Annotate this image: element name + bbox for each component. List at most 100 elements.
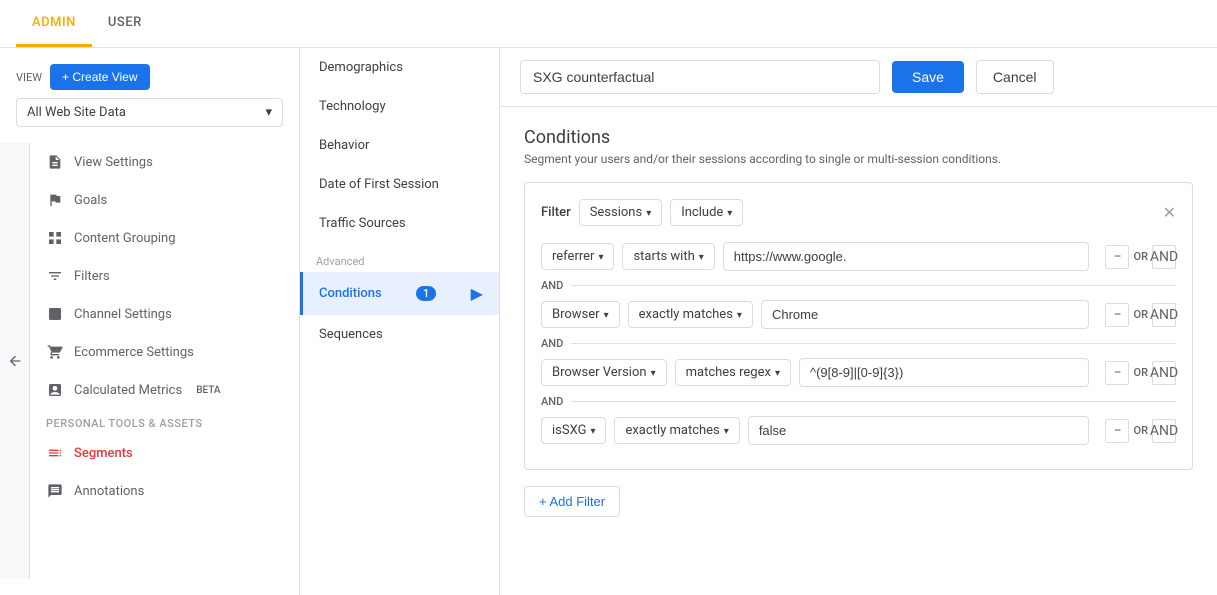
filter-row-2: Browser exactly matches − OR AND bbox=[541, 300, 1176, 329]
sidebar-item-ecommerce-settings[interactable]: Ecommerce Settings bbox=[30, 333, 299, 371]
include-dropdown[interactable]: Include bbox=[670, 199, 743, 226]
middle-item-behavior[interactable]: Behavior bbox=[300, 126, 499, 165]
dimension-value-1: referrer bbox=[552, 249, 594, 264]
operator-dropdown-4[interactable]: exactly matches bbox=[614, 417, 739, 444]
operator-dropdown-3[interactable]: matches regex bbox=[675, 359, 791, 386]
segment-name-input[interactable] bbox=[520, 60, 880, 94]
operator-chevron-icon-3 bbox=[775, 365, 780, 380]
middle-item-traffic-sources[interactable]: Traffic Sources bbox=[300, 204, 499, 243]
sidebar-item-label: Filters bbox=[74, 269, 110, 284]
middle-item-label: Date of First Session bbox=[319, 177, 439, 192]
or-label-4: OR bbox=[1133, 424, 1148, 437]
and-row-2-button[interactable]: AND bbox=[1152, 303, 1176, 327]
segments-icon bbox=[46, 444, 64, 462]
grid-icon bbox=[46, 229, 64, 247]
include-value: Include bbox=[681, 205, 723, 220]
remove-row-3-button[interactable]: − bbox=[1105, 361, 1129, 385]
operator-dropdown-1[interactable]: starts with bbox=[622, 243, 714, 270]
advanced-section-label: Advanced bbox=[300, 243, 499, 272]
cancel-button[interactable]: Cancel bbox=[976, 60, 1054, 94]
remove-row-4-button[interactable]: − bbox=[1105, 419, 1129, 443]
main-layout: View + Create View All Web Site Data ▾ V… bbox=[0, 48, 1217, 595]
remove-row-1-button[interactable]: − bbox=[1105, 245, 1129, 269]
filter-row-4: isSXG exactly matches − OR AND bbox=[541, 416, 1176, 445]
sidebar-item-label: Ecommerce Settings bbox=[74, 345, 194, 360]
dimension-chevron-icon-2 bbox=[604, 307, 609, 322]
flag-icon bbox=[46, 191, 64, 209]
operator-value-2: exactly matches bbox=[639, 307, 733, 322]
left-sidebar: View + Create View All Web Site Data ▾ V… bbox=[0, 48, 300, 595]
tab-admin[interactable]: ADMIN bbox=[16, 1, 92, 47]
middle-item-technology[interactable]: Technology bbox=[300, 87, 499, 126]
sidebar-item-label: Channel Settings bbox=[74, 307, 172, 322]
cart-icon bbox=[46, 343, 64, 361]
operator-chevron-icon-2 bbox=[737, 307, 742, 322]
middle-panel: Demographics Technology Behavior Date of… bbox=[300, 48, 500, 595]
and-row-3-button[interactable]: AND bbox=[1152, 361, 1176, 385]
value-input-3[interactable] bbox=[799, 358, 1090, 387]
top-nav: ADMIN USER bbox=[0, 0, 1217, 48]
and-separator-1: AND bbox=[541, 279, 1176, 292]
operator-chevron-icon-1 bbox=[699, 249, 704, 264]
remove-row-2-button[interactable]: − bbox=[1105, 303, 1129, 327]
middle-item-label: Behavior bbox=[319, 138, 369, 153]
dimension-dropdown-3[interactable]: Browser Version bbox=[541, 359, 667, 386]
sidebar-item-calculated-metrics[interactable]: Calculated Metrics BETA bbox=[30, 371, 299, 409]
and-separator-3: AND bbox=[541, 395, 1176, 408]
sidebar-item-label: Segments bbox=[74, 446, 133, 461]
sidebar-item-segments[interactable]: Segments bbox=[30, 434, 299, 472]
conditions-badge: 1 bbox=[416, 286, 436, 301]
sidebar-item-filters[interactable]: Filters bbox=[30, 257, 299, 295]
dimension-value-4: isSXG bbox=[552, 423, 586, 438]
and-separator-2: AND bbox=[541, 337, 1176, 350]
annotations-icon bbox=[46, 482, 64, 500]
conditions-title: Conditions bbox=[524, 127, 1193, 148]
operator-dropdown-2[interactable]: exactly matches bbox=[628, 301, 753, 328]
add-filter-button[interactable]: + Add Filter bbox=[524, 486, 620, 517]
tab-user[interactable]: USER bbox=[92, 1, 158, 47]
sidebar-item-view-settings[interactable]: View Settings bbox=[30, 143, 299, 181]
value-input-1[interactable] bbox=[723, 242, 1090, 271]
beta-badge: BETA bbox=[196, 385, 220, 396]
middle-item-label: Conditions bbox=[319, 286, 382, 301]
save-button[interactable]: Save bbox=[892, 61, 964, 93]
sidebar-item-label: Calculated Metrics bbox=[74, 383, 182, 398]
middle-item-demographics[interactable]: Demographics bbox=[300, 48, 499, 87]
create-view-button[interactable]: + Create View bbox=[50, 64, 150, 90]
sidebar-item-label: Goals bbox=[74, 193, 107, 208]
middle-item-label: Sequences bbox=[319, 327, 383, 342]
middle-item-date-of-first-session[interactable]: Date of First Session bbox=[300, 165, 499, 204]
filter-actions-2: − OR AND bbox=[1105, 303, 1176, 327]
dimension-dropdown-1[interactable]: referrer bbox=[541, 243, 614, 270]
filter-row-3: Browser Version matches regex − OR AND bbox=[541, 358, 1176, 387]
dimension-dropdown-4[interactable]: isSXG bbox=[541, 417, 606, 444]
sessions-dropdown[interactable]: Sessions bbox=[579, 199, 663, 226]
value-input-4[interactable] bbox=[748, 416, 1090, 445]
sidebar-item-label: Content Grouping bbox=[74, 231, 176, 246]
filter-header: Filter Sessions Include ✕ bbox=[541, 199, 1176, 226]
dimension-dropdown-2[interactable]: Browser bbox=[541, 301, 620, 328]
close-filter-icon[interactable]: ✕ bbox=[1163, 203, 1176, 222]
view-select-chevron-icon: ▾ bbox=[265, 105, 272, 120]
back-button[interactable] bbox=[0, 143, 30, 579]
sidebar-item-channel-settings[interactable]: Channel Settings bbox=[30, 295, 299, 333]
sidebar-item-content-grouping[interactable]: Content Grouping bbox=[30, 219, 299, 257]
and-row-1-button[interactable]: AND bbox=[1152, 245, 1176, 269]
filter-actions-3: − OR AND bbox=[1105, 361, 1176, 385]
conditions-arrow-icon: ▶ bbox=[471, 284, 483, 303]
dimension-value-2: Browser bbox=[552, 307, 600, 322]
view-row: View + Create View bbox=[0, 64, 299, 98]
calc-icon bbox=[46, 381, 64, 399]
sidebar-item-annotations[interactable]: Annotations bbox=[30, 472, 299, 510]
dimension-chevron-icon-4 bbox=[590, 423, 595, 438]
personal-tools-label: PERSONAL TOOLS & ASSETS bbox=[30, 409, 299, 434]
filter-actions-1: − OR AND bbox=[1105, 245, 1176, 269]
value-input-2[interactable] bbox=[761, 300, 1090, 329]
sidebar-item-label: View Settings bbox=[74, 155, 153, 170]
middle-item-sequences[interactable]: Sequences bbox=[300, 315, 499, 354]
and-row-4-button[interactable]: AND bbox=[1152, 419, 1176, 443]
view-select-dropdown[interactable]: All Web Site Data ▾ bbox=[16, 98, 283, 127]
sidebar-item-goals[interactable]: Goals bbox=[30, 181, 299, 219]
middle-item-conditions[interactable]: Conditions 1 ▶ bbox=[300, 272, 499, 315]
operator-value-1: starts with bbox=[633, 249, 694, 264]
